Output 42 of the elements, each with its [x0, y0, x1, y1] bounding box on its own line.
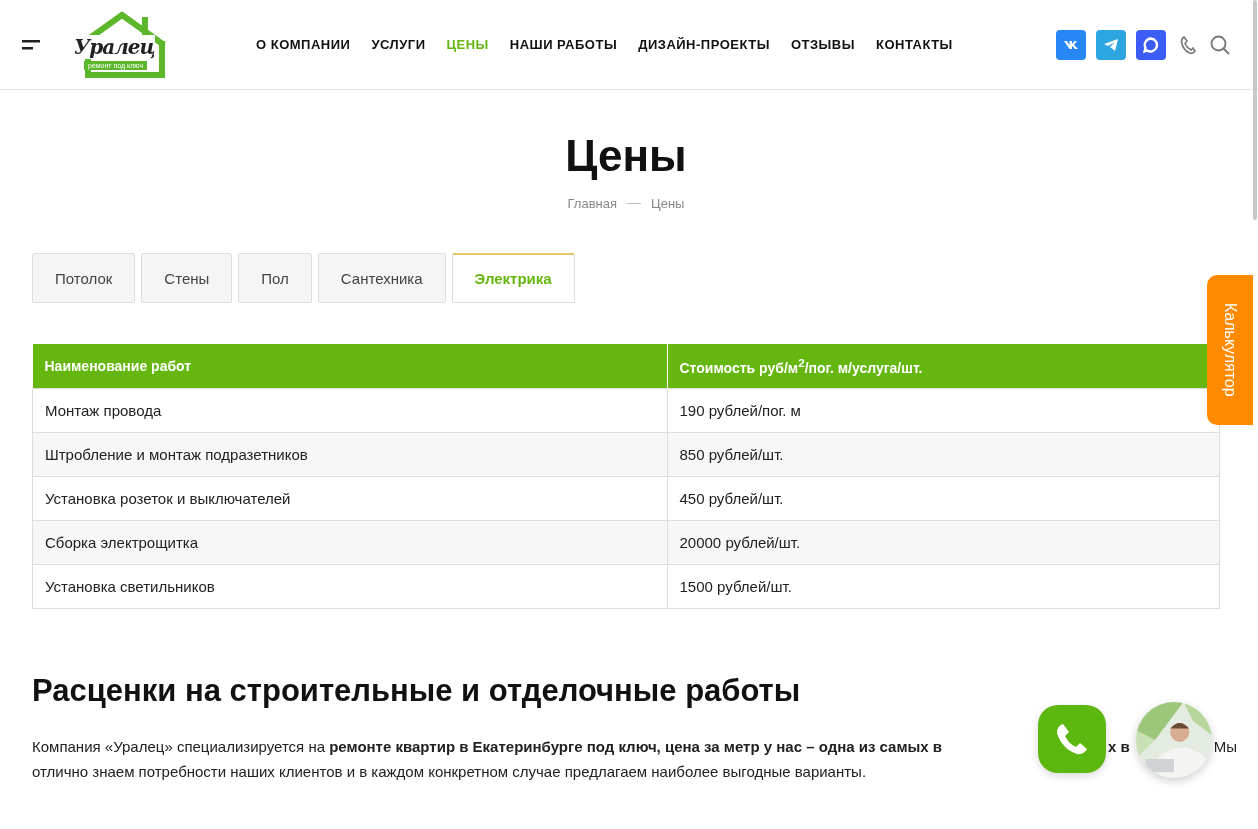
table-cell: Монтаж провода	[32, 388, 667, 433]
table-cell: 20000 рублей/шт.	[667, 520, 1220, 565]
tab[interactable]: Стены	[141, 253, 233, 303]
table-cell: Установка розеток и выключателей	[32, 476, 667, 521]
table-cell: 1500 рублей/шт.	[667, 564, 1220, 609]
table-cell: Сборка электрощитка	[32, 520, 667, 565]
table-cell: Установка светильников	[32, 564, 667, 609]
table-cell: Штробление и монтаж подразетников	[32, 432, 667, 477]
paper-plane-icon	[1103, 37, 1119, 52]
column-header: Наименование работ	[32, 344, 667, 389]
vk-icon	[1063, 39, 1079, 50]
scrollbar-thumb[interactable]	[1253, 0, 1257, 220]
table-cell: 850 рублей/шт.	[667, 432, 1220, 477]
search-icon[interactable]	[1210, 34, 1230, 55]
paper-plane-button[interactable]	[1096, 29, 1126, 60]
call-button[interactable]	[1038, 705, 1106, 773]
nav-link[interactable]: ДИЗАЙН-ПРОЕКТЫ	[638, 37, 770, 52]
nav-link[interactable]: ОТЗЫВЫ	[790, 37, 855, 52]
paragraph-fragment: х в	[1108, 737, 1130, 757]
breadcrumb-link[interactable]: Цены	[651, 196, 685, 211]
paragraph-fragment: Мы	[1213, 737, 1238, 757]
vk-button[interactable]	[1056, 29, 1086, 60]
tab[interactable]: Потолок	[32, 253, 136, 303]
breadcrumb-link[interactable]: Главная	[567, 196, 618, 211]
logo-text: Уралец	[74, 34, 155, 59]
phone-icon	[1054, 721, 1090, 757]
chat-bubble-button[interactable]	[1136, 29, 1166, 60]
tab[interactable]: Сантехника	[317, 253, 446, 303]
section-heading: Расценки на строительные и отделочные работы	[32, 672, 802, 710]
nav-link[interactable]: НАШИ РАБОТЫ	[509, 37, 618, 52]
nav-link[interactable]: О КОМПАНИИ	[256, 37, 351, 52]
paragraph-text: Компания «Уралец» специализируется на ремонте квартир в Екатеринбурге под ключ, цена за метр у нас – одна из самых в	[32, 737, 943, 757]
chat-bubble-icon	[1143, 36, 1159, 53]
nav-link[interactable]: КОНТАКТЫ	[875, 37, 953, 52]
page-title: Цены	[564, 130, 688, 182]
breadcrumb-separator	[627, 203, 642, 204]
menu-icon[interactable]	[22, 39, 40, 50]
tab[interactable]: Пол	[238, 253, 312, 303]
phone-icon[interactable]	[1180, 34, 1196, 55]
paragraph-text: отлично знаем потребности наших клиентов и в каждом конкретном случае предлагаем наиболее выгодные варианты.	[32, 762, 868, 782]
table-cell: 450 рублей/шт.	[667, 476, 1220, 521]
nav-link[interactable]: УСЛУГИ	[371, 37, 426, 52]
